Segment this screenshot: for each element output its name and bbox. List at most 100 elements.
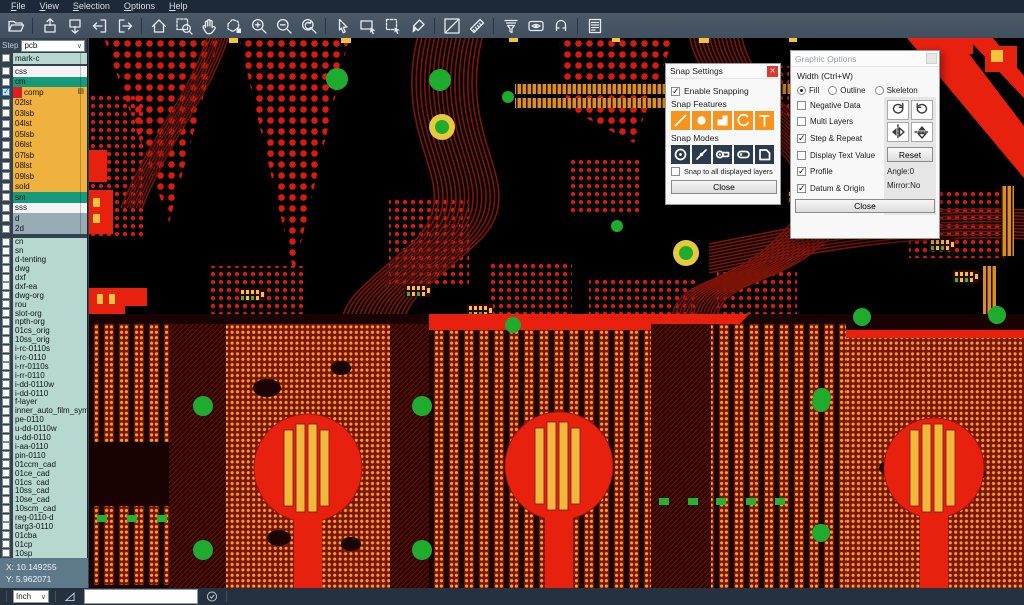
layer-row-09lsb[interactable]: 09lsb [0,171,87,182]
layer-row-10ss_cad[interactable]: 10ss_cad [0,486,87,495]
layer-row-u-dd-0110w[interactable]: u-dd-0110w [0,424,87,433]
view-eye-icon[interactable] [524,15,547,36]
snap-center-button[interactable] [671,145,690,164]
layer-row-10se_cad[interactable]: 10se_cad [0,495,87,504]
line-measure-icon[interactable] [440,15,463,36]
option-row[interactable]: Negative Data [797,97,883,114]
layer-row-i-rr-0110s[interactable]: i-rr-0110s [0,362,87,371]
reset-button[interactable]: Reset [887,147,933,162]
graphic-dialog-titlebar[interactable]: Graphic Options [791,51,939,67]
graphic-close-button[interactable]: Close [795,199,935,213]
layer-checkbox-sold[interactable] [2,183,10,191]
layer-checkbox-pin-0110[interactable] [2,451,10,459]
zoom-in-icon[interactable] [247,15,270,36]
layer-row-css[interactable]: css [0,66,87,77]
layer-checkbox-comp[interactable] [2,88,10,96]
pan-hand-icon[interactable] [197,15,220,36]
snap-all-layers-checkbox[interactable] [671,167,680,176]
layer-row-pe-0110[interactable]: pe-0110 [0,415,87,424]
layer-row-01cs_cad[interactable]: 01cs_cad [0,478,87,487]
apply-icon[interactable] [204,590,220,604]
layer-checkbox-i-rr-0110[interactable] [2,371,10,379]
layer-row-07lsb[interactable]: 07lsb [0,150,87,161]
option-row[interactable]: Display Text Value [797,147,883,164]
layer-row-dwg-org[interactable]: dwg-org [0,291,87,300]
layer-checkbox-pe-0110[interactable] [2,416,10,424]
ruler-measure-icon[interactable] [465,15,488,36]
checkbox-display-text-value[interactable] [797,151,806,160]
layer-checkbox-dwg-org[interactable] [2,291,10,299]
zoom-previous-icon[interactable] [297,15,320,36]
mirror-horizontal-button[interactable] [887,122,909,142]
layer-row-sss[interactable]: sss [0,203,87,214]
checkbox-negative-data[interactable] [797,101,806,110]
layer-row-dwg[interactable]: dwg [0,264,87,273]
brush-icon[interactable] [406,15,429,36]
layer-checkbox-2d[interactable] [2,225,10,233]
layer-checkbox-u-dd-0110w[interactable] [2,425,10,433]
menu-help[interactable]: Help [162,0,195,13]
layer-row-01ccm_cad[interactable]: 01ccm_cad [0,460,87,469]
layer-row-mark-c[interactable]: mark-c [0,53,87,64]
layer-row-dxf-ea[interactable]: dxf-ea [0,282,87,291]
layer-checkbox-01cp[interactable] [2,540,10,548]
mirror-vertical-button[interactable] [911,122,933,142]
layer-row-slot-org[interactable]: slot-org [0,309,87,318]
select-arrow-icon[interactable] [331,15,354,36]
layer-row-cm[interactable]: cm [0,77,87,88]
layer-row-10ss_orig[interactable]: 10ss_orig [0,335,87,344]
option-row[interactable]: Step & Repeat [797,130,883,147]
layer-checkbox-npth-org[interactable] [2,318,10,326]
layer-checkbox-04lst[interactable] [2,120,10,128]
option-row[interactable]: Profile [797,163,883,180]
layer-checkbox-slot-org[interactable] [2,309,10,317]
layer-row-inner_auto_film_symb[interactable]: inner_auto_film_symb [0,406,87,415]
layer-checkbox-01cba[interactable] [2,531,10,539]
layer-checkbox-08lst[interactable] [2,162,10,170]
snap-line-button[interactable] [671,111,690,130]
snap-on-line-button[interactable] [692,145,711,164]
layer-checkbox-d-tenting[interactable] [2,256,10,264]
snap-dialog-titlebar[interactable]: Snap Settings ✕ [666,64,780,79]
layer-row-02lst[interactable]: 02lst [0,98,87,109]
radio-skeleton[interactable] [875,86,884,95]
snap-all-layers-row[interactable]: Snap to all displayed layers [671,167,775,176]
layer-row-10sp[interactable]: 10sp [0,549,87,558]
zoom-polygon-icon[interactable] [222,15,245,36]
layer-row-10scm_cad[interactable]: 10scm_cad [0,504,87,513]
layer-checkbox-i-aa-0110[interactable] [2,442,10,450]
snap-slot-button[interactable] [734,145,753,164]
layer-row-rou[interactable]: rou [0,300,87,309]
layer-row-npth-org[interactable]: npth-org [0,318,87,327]
layer-row-sold[interactable]: sold [0,182,87,193]
menu-selection[interactable]: Selection [66,0,117,13]
select-transform-icon[interactable] [381,15,404,36]
command-input[interactable] [84,589,198,604]
layer-checkbox-06lst[interactable] [2,141,10,149]
layer-checkbox-rou[interactable] [2,300,10,308]
layer-checkbox-sn[interactable] [2,247,10,255]
unit-select[interactable]: Inch ∨ [13,590,49,603]
snap-contour-button[interactable] [755,145,774,164]
layer-checkbox-u-dd-0110[interactable] [2,434,10,442]
checkbox-step-repeat[interactable] [797,134,806,143]
enable-snapping-row[interactable]: Enable Snapping [671,86,775,96]
step-select[interactable]: pcb ∨ [21,40,85,52]
layer-checkbox-01cs_cad[interactable] [2,478,10,486]
layer-checkbox-sss[interactable] [2,204,10,212]
layer-row-i-dd-0110w[interactable]: i-dd-0110w [0,380,87,389]
snap-text-button[interactable] [755,111,774,130]
layer-checkbox-reg-0110-d[interactable] [2,514,10,522]
layer-checkbox-03lsb[interactable] [2,109,10,117]
layer-checkbox-01ccm_cad[interactable] [2,460,10,468]
snap-pad-button[interactable] [692,111,711,130]
layer-checkbox-i-dd-0110[interactable] [2,389,10,397]
layer-row-i-rc-0110s[interactable]: i-rc-0110s [0,344,87,353]
filter-icon[interactable] [499,15,522,36]
snap-surface-button[interactable] [713,111,732,130]
rotate-cw-button[interactable] [887,100,909,120]
layer-row-f-layer[interactable]: f-layer [0,398,87,407]
layer-checkbox-dxf[interactable] [2,274,10,282]
layer-row-05lsb[interactable]: 05lsb [0,129,87,140]
radio-outline[interactable] [828,86,837,95]
